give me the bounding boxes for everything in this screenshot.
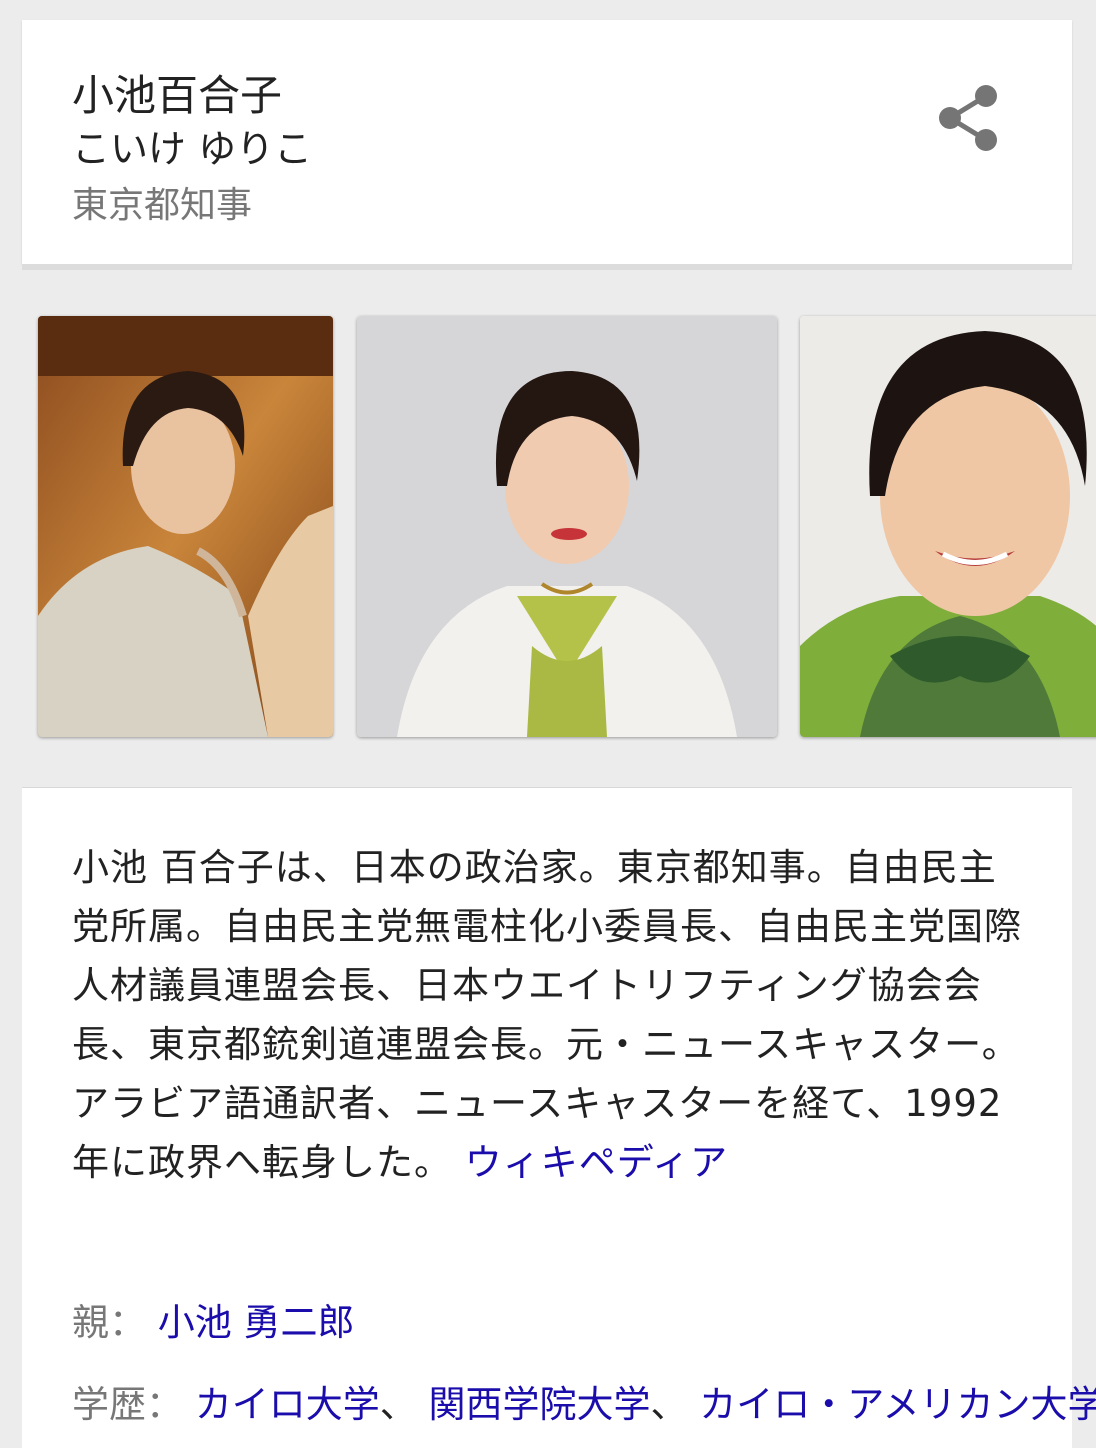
entity-reading: こいけ ゆりこ bbox=[72, 127, 313, 171]
image-carousel[interactable] bbox=[0, 316, 1096, 737]
entity-description: 小池 百合子は、日本の政治家。東京都知事。自由民主党所属。自由民主党無電柱化小委… bbox=[72, 838, 1032, 1192]
photo-3 bbox=[800, 316, 1096, 737]
share-icon bbox=[939, 85, 997, 151]
image-thumbnail-2[interactable] bbox=[357, 316, 777, 737]
share-button[interactable] bbox=[930, 80, 1006, 156]
wikipedia-link[interactable]: ウィキペディア bbox=[465, 1141, 728, 1184]
entity-name: 小池百合子 bbox=[72, 71, 283, 120]
fact-education: 学歴： カイロ大学、 関西学院大学、 カイロ・アメリカン大学 bbox=[72, 1380, 1096, 1430]
photo-1 bbox=[38, 316, 333, 737]
list-separator: 、 bbox=[650, 1383, 688, 1426]
photo-2 bbox=[357, 316, 777, 737]
fact-parent-label: 親： bbox=[72, 1301, 146, 1344]
entity-title: 東京都知事 bbox=[72, 185, 253, 226]
education-link-3[interactable]: カイロ・アメリカン大学 bbox=[699, 1383, 1096, 1426]
image-thumbnail-3[interactable] bbox=[800, 316, 1096, 737]
list-separator: 、 bbox=[379, 1383, 417, 1426]
fact-parent: 親： 小池 勇二郎 bbox=[72, 1298, 355, 1348]
section-divider bbox=[22, 264, 1072, 270]
fact-parent-value[interactable]: 小池 勇二郎 bbox=[158, 1301, 355, 1344]
education-link-1[interactable]: カイロ大学 bbox=[195, 1383, 380, 1426]
knowledge-panel: 小池百合子 こいけ ゆりこ 東京都知事 小池 百合子は、日本の政治家。東京都知事… bbox=[0, 0, 1096, 1448]
description-card: 小池 百合子は、日本の政治家。東京都知事。自由民主党所属。自由民主党無電柱化小委… bbox=[22, 788, 1096, 1448]
header-card: 小池百合子 こいけ ゆりこ 東京都知事 bbox=[22, 20, 1072, 264]
fact-education-label: 学歴： bbox=[72, 1383, 183, 1426]
image-thumbnail-1[interactable] bbox=[38, 316, 333, 737]
description-text: 小池 百合子は、日本の政治家。東京都知事。自由民主党所属。自由民主党無電柱化小委… bbox=[72, 846, 1022, 1184]
education-link-2[interactable]: 関西学院大学 bbox=[429, 1383, 651, 1426]
